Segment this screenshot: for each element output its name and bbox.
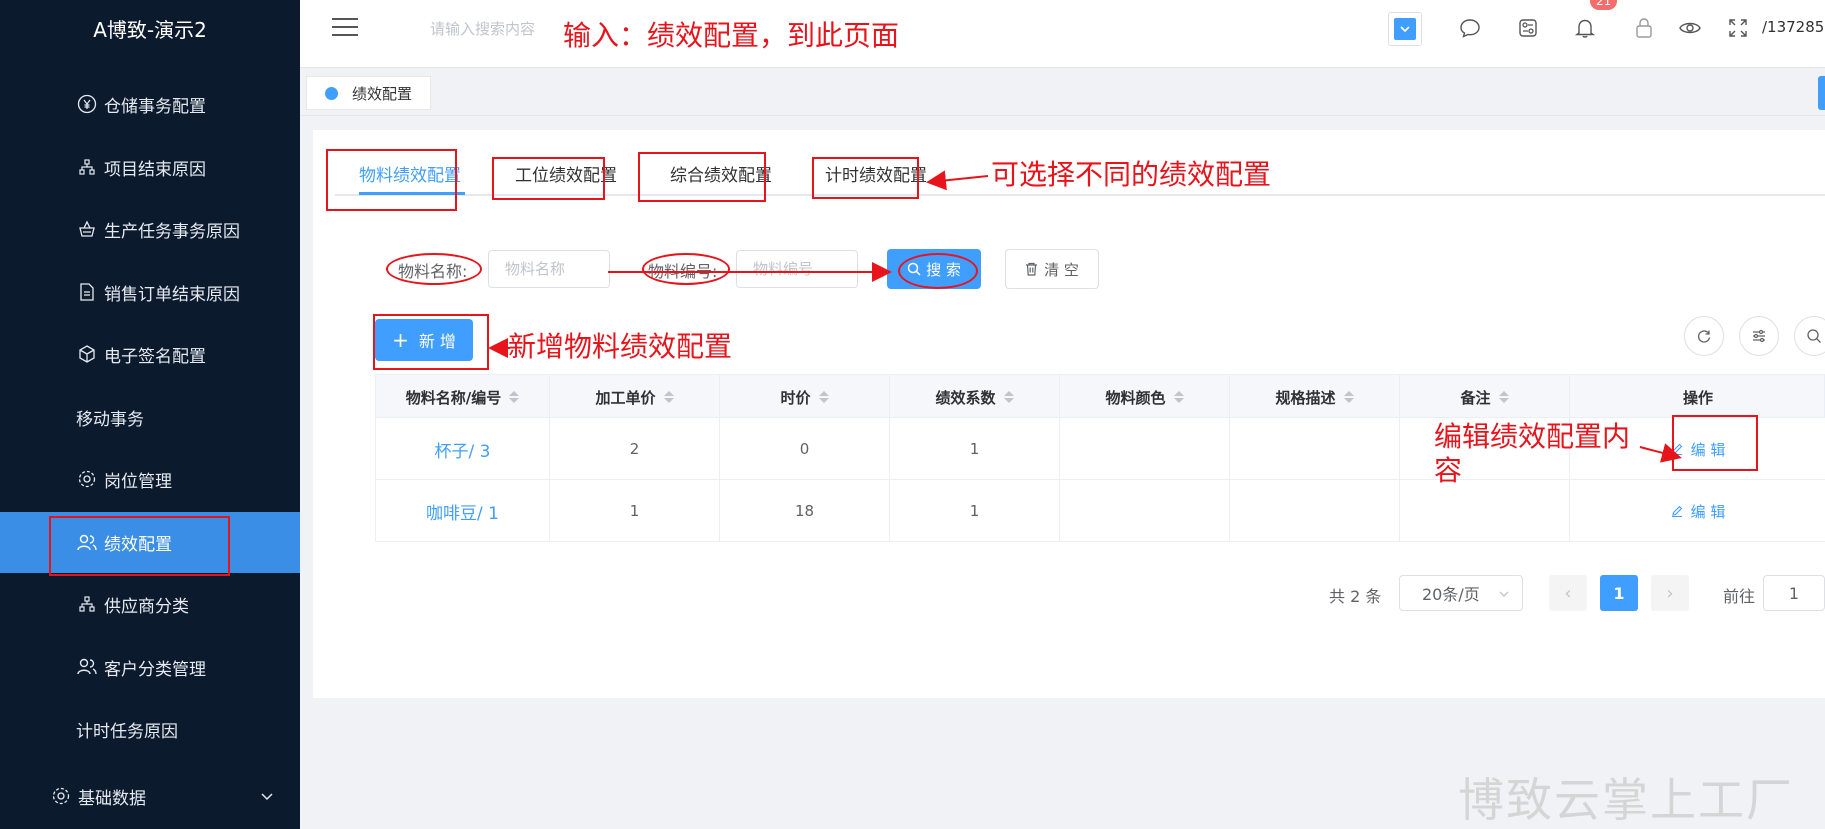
watermark: 博致云掌上工厂	[1458, 773, 1794, 827]
annotation-arrows	[488, 170, 1682, 463]
arrow-to-edit	[1639, 443, 1682, 463]
arrow-to-tabs	[926, 170, 989, 191]
